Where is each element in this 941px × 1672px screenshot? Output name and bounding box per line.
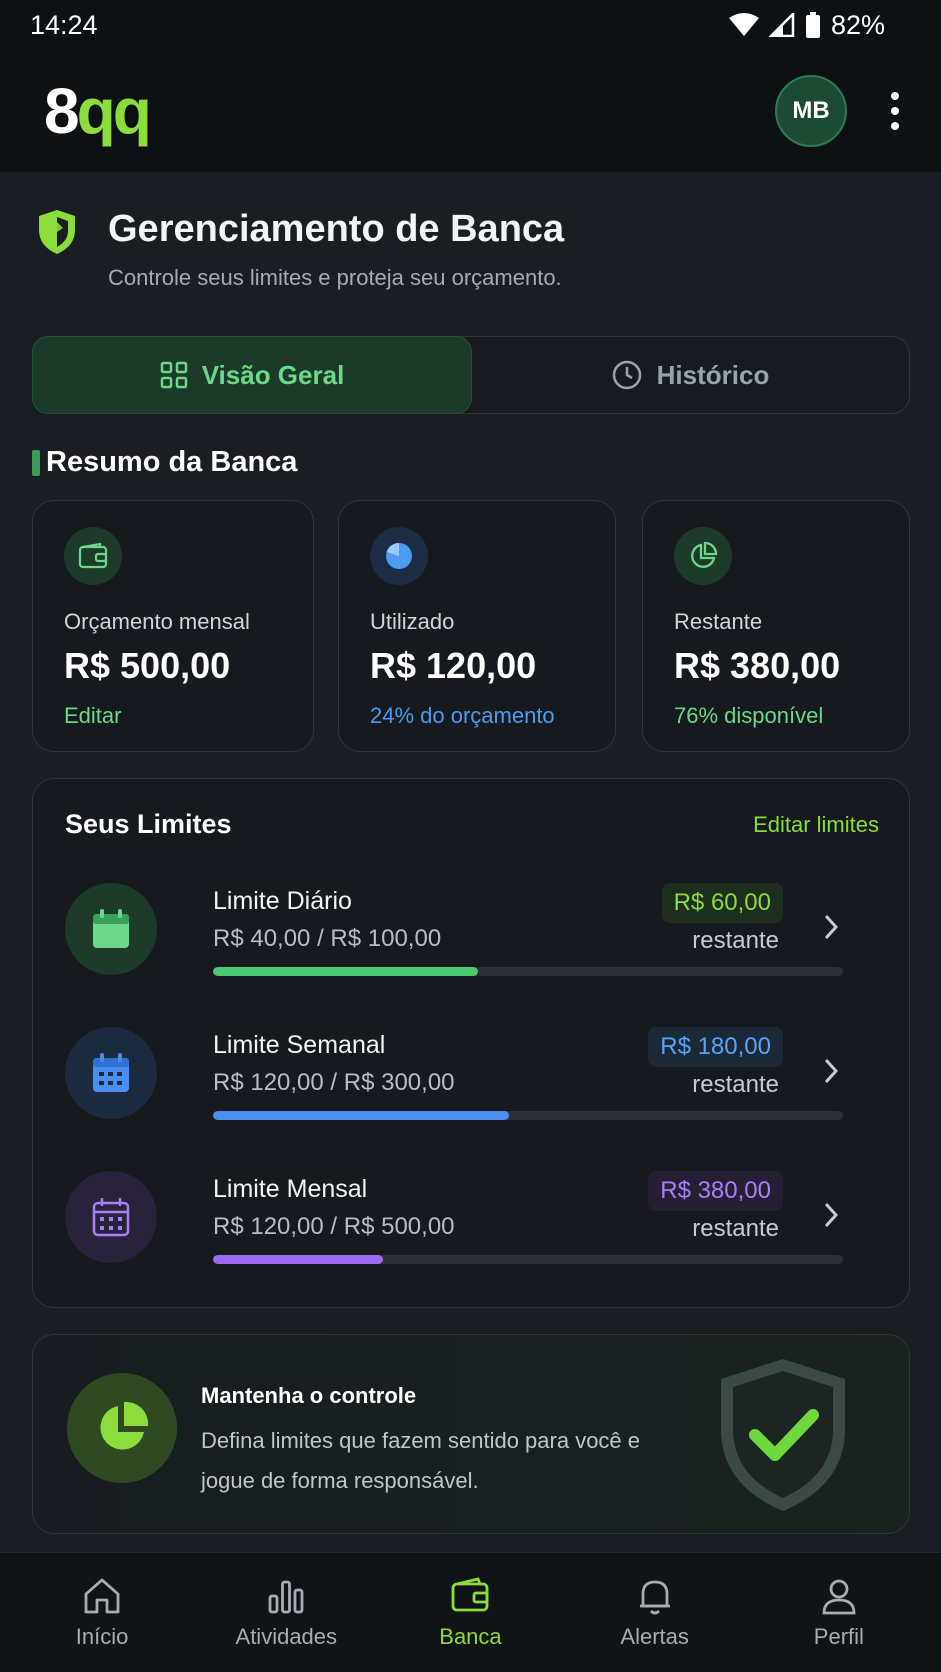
- limits-title: Seus Limites: [65, 809, 232, 839]
- tab-overview[interactable]: Visão Geral: [32, 336, 472, 414]
- bell-icon: [639, 1580, 670, 1614]
- card-value: R$ 120,00: [370, 645, 537, 686]
- limit-row-weekly[interactable]: Limite Semanal R$ 120,00 / R$ 300,00 R$ …: [65, 1027, 879, 1137]
- card-note: 76% disponível: [674, 703, 824, 728]
- tab-history[interactable]: Histórico: [471, 337, 909, 413]
- nav-label: Perfil: [813, 1623, 864, 1649]
- calendar-icon: [65, 883, 157, 975]
- card-label: Utilizado: [370, 609, 455, 634]
- chevron-right-icon[interactable]: [823, 1201, 839, 1229]
- nav-activities[interactable]: Atividades: [196, 1576, 376, 1650]
- shield-icon: [39, 210, 75, 254]
- wallet-icon: [64, 527, 122, 585]
- limit-remaining-badge: R$ 380,00: [648, 1171, 783, 1211]
- card-note: 24% do orçamento: [370, 703, 555, 728]
- calendar-week-icon: [65, 1027, 157, 1119]
- nav-bankroll[interactable]: Banca: [380, 1576, 560, 1650]
- logo-main: 8: [44, 75, 80, 147]
- banner-title: Mantenha o controle: [201, 1383, 417, 1408]
- calendar-month-icon: [65, 1171, 157, 1263]
- limit-usage: R$ 120,00 / R$ 500,00: [213, 1213, 455, 1240]
- limit-remaining-badge: R$ 60,00: [661, 883, 783, 923]
- pie-chart-icon: [67, 1373, 177, 1483]
- nav-label: Atividades: [235, 1623, 338, 1649]
- tab-bar: Visão Geral Histórico: [32, 336, 910, 414]
- edit-limits-link[interactable]: Editar limites: [753, 812, 879, 838]
- nav-profile[interactable]: Perfil: [749, 1576, 929, 1650]
- limits-panel: Seus Limites Editar limites Limite Diári…: [32, 778, 910, 1308]
- card-label: Restante: [674, 609, 763, 634]
- card-used: Utilizado R$ 120,00 24% do orçamento: [338, 500, 616, 752]
- card-remaining: Restante R$ 380,00 76% disponível: [642, 500, 910, 752]
- card-value: R$ 380,00: [674, 645, 841, 686]
- signal-icon: [768, 13, 795, 37]
- wifi-icon: [728, 13, 759, 36]
- battery-level: 82%: [830, 9, 885, 40]
- user-icon: [822, 1579, 856, 1614]
- limit-remaining-label: restante: [692, 1215, 779, 1242]
- limit-remaining-label: restante: [692, 927, 779, 954]
- bar-chart-icon: [268, 1580, 304, 1613]
- limit-progress-bar: [213, 967, 843, 976]
- page-heading: Gerenciamento de Banca Controle seus lim…: [36, 208, 564, 291]
- pie-chart-icon: [370, 527, 428, 585]
- section-accent-bar: [32, 449, 40, 476]
- status-time: 14:24: [30, 9, 98, 40]
- limit-usage: R$ 120,00 / R$ 300,00: [213, 1069, 455, 1096]
- chevron-right-icon[interactable]: [823, 913, 839, 941]
- bottom-nav: Início Atividades Banca Alertas Perfil: [0, 1552, 941, 1672]
- page-subtitle: Controle seus limites e proteja seu orça…: [108, 265, 562, 290]
- logo-accent: qq: [76, 75, 152, 147]
- shield-check-icon: [721, 1359, 845, 1511]
- banner-text: Defina limites que fazem sentido para vo…: [201, 1428, 641, 1493]
- limit-remaining-badge: R$ 180,00: [648, 1027, 783, 1067]
- card-monthly-budget: Orçamento mensal R$ 500,00 Editar: [32, 500, 314, 752]
- battery-icon: [805, 12, 820, 38]
- status-bar: 14:24 82%: [0, 0, 941, 50]
- edit-budget-link[interactable]: Editar: [64, 703, 313, 729]
- tab-history-label: Histórico: [656, 359, 770, 390]
- home-icon: [84, 1578, 120, 1613]
- limit-row-monthly[interactable]: Limite Mensal R$ 120,00 / R$ 500,00 R$ 3…: [65, 1171, 879, 1281]
- nav-alerts[interactable]: Alertas: [565, 1576, 745, 1650]
- limit-usage: R$ 40,00 / R$ 100,00: [213, 925, 442, 952]
- tab-overview-label: Visão Geral: [201, 359, 345, 390]
- page-title: Gerenciamento de Banca: [108, 208, 565, 250]
- clock-icon: [612, 360, 641, 390]
- chevron-right-icon[interactable]: [823, 1057, 839, 1085]
- card-label: Orçamento mensal: [64, 609, 250, 634]
- nav-home[interactable]: Início: [12, 1576, 192, 1650]
- status-icons: 82%: [728, 9, 885, 41]
- nav-label: Início: [75, 1623, 129, 1649]
- app-logo[interactable]: 8qq: [44, 79, 152, 143]
- limit-progress-bar: [213, 1111, 843, 1120]
- nav-label: Banca: [439, 1623, 502, 1649]
- summary-title: Resumo da Banca: [32, 446, 297, 479]
- limit-name: Limite Diário: [213, 887, 352, 915]
- responsible-gaming-banner: Mantenha o controle Defina limites que f…: [32, 1334, 910, 1534]
- app-header: 8qq MB: [0, 50, 941, 172]
- limit-progress-bar: [213, 1255, 843, 1264]
- pie-chart-outline-icon: [674, 527, 732, 585]
- limit-remaining-label: restante: [692, 1071, 779, 1098]
- wallet-icon: [452, 1576, 489, 1611]
- limit-name: Limite Mensal: [213, 1175, 368, 1203]
- more-menu-icon[interactable]: [889, 92, 901, 130]
- card-value: R$ 500,00: [64, 645, 231, 686]
- avatar[interactable]: MB: [775, 75, 847, 147]
- grid-icon: [160, 361, 187, 389]
- nav-label: Alertas: [620, 1623, 689, 1649]
- summary-title-text: Resumo da Banca: [46, 446, 298, 478]
- limit-name: Limite Semanal: [213, 1031, 386, 1059]
- limit-row-daily[interactable]: Limite Diário R$ 40,00 / R$ 100,00 R$ 60…: [65, 883, 879, 993]
